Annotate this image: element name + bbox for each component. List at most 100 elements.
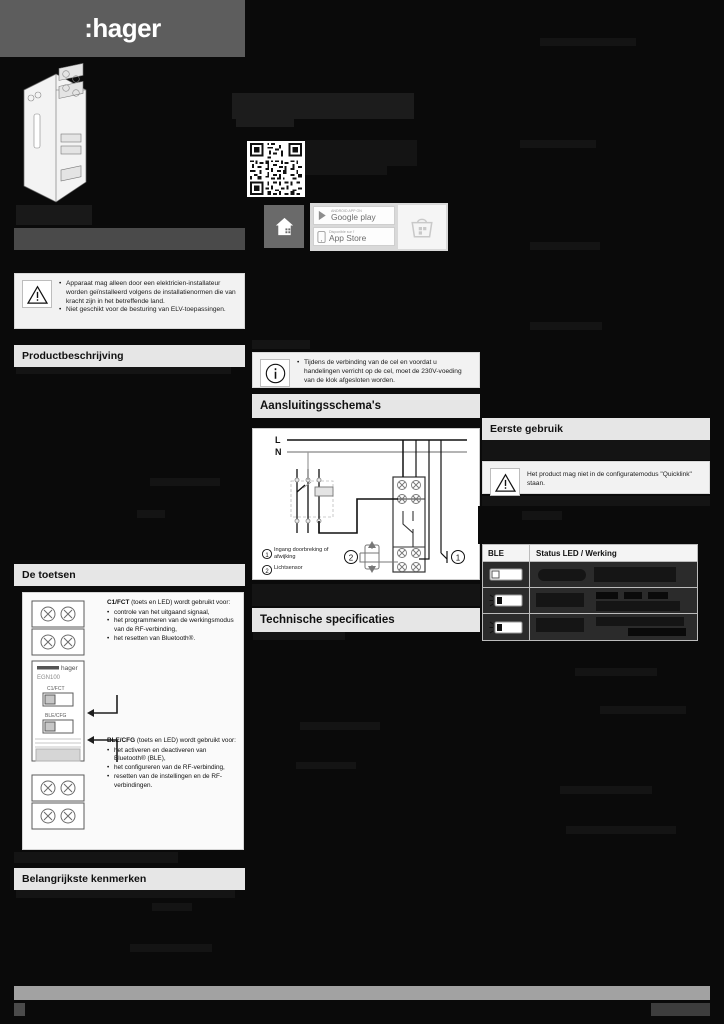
app-store-badges: ANDROID APP ON Google play Disponible su… [310, 203, 448, 251]
hager-logo: :hager [84, 13, 161, 43]
wiring-diagram: L N 1 2 1 2 Ingang doorbreking of afwijk… [252, 428, 480, 580]
redacted-title [16, 205, 92, 225]
toetsen-ble-bullet: het activeren en deactiveren van Bluetoo… [107, 747, 239, 764]
quicklink-warning-box: Het product mag niet in de configuratemo… [482, 461, 710, 496]
document-page: :hager ANDROID APP ON Google play Dispon… [0, 0, 724, 1024]
svg-text:EGN100: EGN100 [37, 675, 61, 681]
app-store-badge[interactable]: Disponible sur l' App Store [313, 227, 395, 246]
svg-text:BLE/CFG: BLE/CFG [45, 713, 67, 719]
redacted-text-block [16, 367, 231, 374]
section-header-de-toetsen: De toetsen [14, 564, 245, 586]
redacted-body-text [482, 650, 710, 940]
redacted-body-text [250, 640, 482, 976]
led-off-icon [483, 562, 530, 587]
led-blinking-icon [483, 588, 530, 613]
redacted-text-block [600, 706, 686, 714]
brand-header-bar: :hager [0, 0, 245, 57]
app-store-big: App Store [329, 233, 367, 244]
diagram-legend-1: Ingang doorbreking of afwijking [274, 547, 329, 561]
redacted-text-block [560, 786, 652, 794]
quicklink-warning-text: Het product mag niet in de configuratemo… [527, 471, 692, 487]
toetsen-ble-subtitle: (toets en LED) wordt gebruikt voor: [136, 737, 236, 744]
diagram-legend-2: Lichtsensor [274, 565, 303, 571]
redacted-text-block [130, 944, 212, 952]
redacted-body-text [478, 506, 710, 544]
app-store-icon [317, 230, 326, 243]
diagram-label-L: L [275, 435, 281, 445]
info-text: Tijdens de verbinding van de cel en voor… [297, 359, 472, 384]
warning-bullet: Niet geschikt voor de besturing van ELV-… [66, 306, 237, 315]
footer-block [651, 1003, 710, 1016]
google-play-big: Google play [331, 212, 376, 223]
redacted-text-block [252, 340, 310, 349]
section-header-technische-specificaties: Technische specificaties [252, 608, 480, 632]
redacted-text-block [520, 140, 596, 148]
table-cell-status [530, 588, 697, 613]
redacted-text-block [482, 440, 710, 460]
toetsen-ble-block: BLE/CFG (toets en LED) wordt gebruikt vo… [107, 737, 239, 790]
warning-bullet: Apparaat mag alleen door een elektricien… [66, 280, 237, 306]
toetsen-ble-bullet: resetten van de instellingen en de RF-ve… [107, 773, 239, 790]
section-header-aansluitingsschemas: Aansluitingsschema's [252, 394, 480, 418]
toetsen-c1-title: C1/FCT [107, 599, 130, 606]
redacted-text-block [296, 762, 356, 769]
diagram-label-N: N [275, 447, 282, 457]
redacted-text-block [232, 93, 414, 119]
warning-text: Apparaat mag alleen door een elektricien… [59, 280, 237, 322]
toetsen-ble-title: BLE/CFG [107, 737, 136, 744]
redacted-text-block [540, 38, 636, 46]
table-header-ble: BLE [483, 545, 530, 561]
toetsen-c1-subtitle: (toets en LED) wordt gebruikt voor: [131, 599, 231, 606]
redacted-text-block [566, 826, 676, 834]
redacted-text-block [305, 140, 417, 166]
redacted-text-block [16, 890, 235, 898]
redacted-body-text [14, 374, 238, 562]
table-row [483, 614, 697, 640]
product-photo [14, 62, 96, 217]
toetsen-illustration-card: hager EGN100 C1/FCT BLE/CFG C1/FCT (toet… [22, 592, 244, 850]
redacted-text-block [253, 632, 345, 640]
footer-bar [14, 986, 710, 1000]
redacted-text-block [152, 903, 192, 911]
redacted-body-text [482, 18, 710, 410]
section-header-eerste-gebruik: Eerste gebruik [482, 418, 710, 440]
table-cell-status [530, 562, 697, 587]
table-header-row: BLE Status LED / Werking [483, 545, 697, 562]
redacted-text-block [305, 166, 387, 175]
diagram-marker-2: 2 [349, 554, 354, 563]
google-play-badge[interactable]: ANDROID APP ON Google play [313, 206, 395, 225]
toetsen-c1-block: C1/FCT (toets en LED) wordt gebruikt voo… [107, 599, 237, 644]
redacted-text-block [522, 511, 562, 520]
title-band [14, 228, 245, 250]
redacted-text-block [252, 584, 480, 606]
redacted-text-block [14, 852, 178, 863]
led-blinking-icon [483, 614, 530, 640]
warning-triangle-icon [490, 468, 520, 496]
svg-text:hager: hager [61, 665, 78, 672]
ble-status-table: BLE Status LED / Werking [482, 544, 698, 641]
table-header-status: Status LED / Werking [536, 548, 617, 558]
table-row [483, 588, 697, 614]
toetsen-c1-bullet: het programmeren van de werkingsmodus va… [107, 617, 237, 634]
qr-code-icon [247, 141, 305, 197]
toetsen-ble-bullet: het configureren van de RF-verbinding, [107, 764, 239, 773]
redacted-text-block [137, 510, 165, 518]
redacted-text-block [236, 119, 294, 127]
info-bullet: Tijdens de verbinding van de cel en voor… [304, 359, 472, 385]
app-gallery-icon[interactable] [398, 205, 446, 249]
warning-triangle-icon [22, 280, 52, 308]
redacted-body-text [14, 898, 238, 978]
redacted-text-block [530, 322, 602, 330]
info-circle-icon [260, 359, 290, 387]
footer-marker [14, 1003, 25, 1016]
toetsen-c1-bullet: het resetten van Bluetooth®. [107, 635, 237, 644]
warning-box: Apparaat mag alleen door een elektricien… [14, 273, 245, 329]
redacted-text-block [575, 668, 657, 676]
google-play-icon [318, 210, 326, 221]
redacted-text-block [150, 478, 220, 486]
redacted-text-block [300, 722, 380, 730]
toetsen-c1-bullet: controle van het uitgaand signaal, [107, 609, 237, 618]
redacted-text-block [482, 496, 710, 506]
table-row [483, 562, 697, 588]
redacted-text-block [530, 242, 600, 250]
